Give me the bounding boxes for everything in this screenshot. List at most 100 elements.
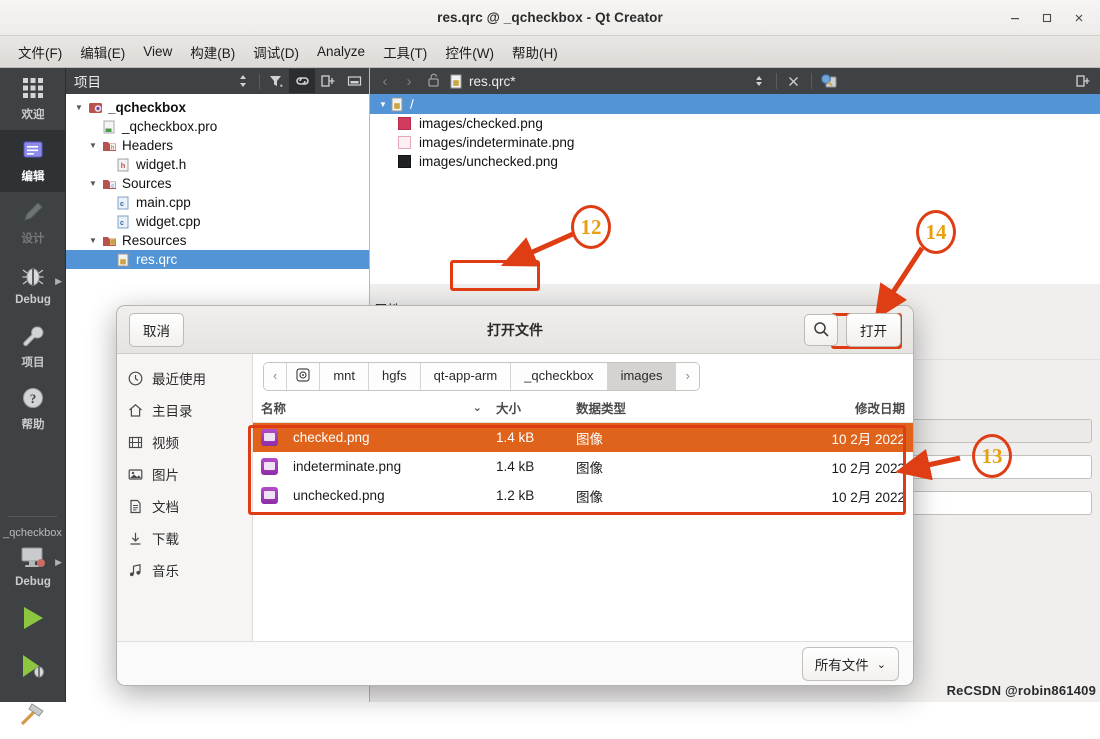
property-field-2[interactable]: [892, 455, 1092, 479]
path-breadcrumb-bar: ‹ mnt hgfs qt-app-arm _qcheckbox images …: [253, 354, 913, 398]
place-recent[interactable]: 最近使用: [117, 362, 252, 394]
property-field-3[interactable]: [892, 491, 1092, 515]
maximize-button[interactable]: [1032, 3, 1062, 33]
file-modified-cell: 10 2月 2022: [831, 460, 905, 476]
tree-label: res.qrc: [136, 252, 178, 267]
tree-row-resources[interactable]: ▼ Resources: [66, 231, 369, 250]
file-filter-dropdown[interactable]: 所有文件 ⌄: [801, 647, 899, 681]
file-size-cell: 1.4 kB: [496, 459, 535, 474]
mode-debug[interactable]: ▶ Debug: [0, 254, 66, 316]
tree-row-main-cpp[interactable]: c main.cpp: [66, 193, 369, 212]
qrc-root-row[interactable]: ▼ /: [370, 94, 1100, 114]
run-button[interactable]: [0, 595, 66, 643]
mode-design[interactable]: 设计: [0, 192, 66, 254]
menu-file[interactable]: 文件(F): [10, 38, 70, 66]
file-row[interactable]: indeterminate.png 1.4 kB 图像 10 2月 2022: [253, 452, 913, 481]
tree-row-sources[interactable]: ▼ c Sources: [66, 174, 369, 193]
place-videos[interactable]: 视频: [117, 426, 252, 458]
tree-row-headers[interactable]: ▼ h Headers: [66, 136, 369, 155]
open-button[interactable]: 打开: [846, 312, 901, 347]
menu-tools[interactable]: 工具(T): [375, 38, 435, 66]
place-downloads[interactable]: 下载: [117, 522, 252, 554]
project-tree: ▼ _qcheckbox _qcheckbox.pro ▼ h Headers …: [66, 94, 369, 269]
chevron-down-icon[interactable]: ▼: [86, 141, 100, 150]
search-icon[interactable]: [804, 313, 838, 346]
file-size-cell: 1.2 kB: [496, 488, 535, 503]
kit-selector[interactable]: ▶ Debug: [0, 539, 66, 595]
device-icon[interactable]: [287, 362, 321, 390]
mode-debug-arrow-icon[interactable]: ▶: [55, 276, 62, 287]
menu-help[interactable]: 帮助(H): [504, 38, 566, 66]
filter-icon[interactable]: [263, 69, 289, 93]
mode-edit[interactable]: 编辑: [0, 130, 66, 192]
tree-row-widget-h[interactable]: h widget.h: [66, 155, 369, 174]
unlock-icon[interactable]: [427, 73, 440, 90]
qrc-entry-row[interactable]: images/indeterminate.png: [370, 133, 1100, 152]
column-header-size[interactable]: 大小: [496, 398, 576, 417]
help-icon: ?: [21, 386, 45, 413]
start-debug-button[interactable]: [0, 643, 66, 691]
mode-debug-label: Debug: [15, 294, 51, 306]
nav-back-icon[interactable]: ‹: [376, 73, 394, 90]
minimize-pane-icon[interactable]: [341, 69, 367, 93]
breadcrumb-mnt[interactable]: mnt: [320, 362, 370, 390]
add-split-icon[interactable]: [1072, 74, 1094, 88]
chevron-down-icon[interactable]: ▼: [376, 100, 390, 109]
menu-view[interactable]: View: [135, 40, 180, 63]
chevron-down-icon[interactable]: ▼: [86, 179, 100, 188]
place-music[interactable]: 音乐: [117, 554, 252, 586]
updown-icon[interactable]: [748, 74, 770, 88]
breadcrumb-qt-app-arm[interactable]: qt-app-arm: [420, 362, 512, 390]
tree-row-project[interactable]: ▼ _qcheckbox: [66, 98, 369, 117]
breadcrumb-next-button[interactable]: ›: [676, 362, 699, 390]
tree-row-widget-cpp[interactable]: c widget.cpp: [66, 212, 369, 231]
breadcrumb-images[interactable]: images: [607, 362, 677, 390]
menu-build[interactable]: 构建(B): [182, 38, 243, 66]
tree-label: widget.h: [136, 157, 187, 172]
column-header-modified[interactable]: 修改日期: [770, 398, 905, 417]
column-header-type[interactable]: 数据类型: [576, 398, 770, 417]
build-button[interactable]: [0, 691, 66, 739]
minimize-button[interactable]: [1000, 3, 1030, 33]
place-documents[interactable]: 文档: [117, 490, 252, 522]
menu-analyze[interactable]: Analyze: [309, 40, 373, 63]
place-pictures[interactable]: 图片: [117, 458, 252, 490]
file-name-label: checked.png: [293, 430, 370, 445]
editor-filename[interactable]: res.qrc*: [469, 74, 516, 89]
file-name-label: indeterminate.png: [293, 459, 402, 474]
file-row[interactable]: unchecked.png 1.2 kB 图像 10 2月 2022: [253, 481, 913, 510]
breadcrumb-hgfs[interactable]: hgfs: [369, 362, 421, 390]
sort-icon[interactable]: [230, 69, 256, 93]
window-title: res.qrc @ _qcheckbox - Qt Creator: [437, 10, 663, 25]
mode-help[interactable]: ? 帮助: [0, 378, 66, 440]
chevron-down-icon[interactable]: ⌄: [473, 401, 482, 414]
split-icon[interactable]: [315, 69, 341, 93]
breadcrumb-qcheckbox[interactable]: _qcheckbox: [511, 362, 608, 390]
cancel-button[interactable]: 取消: [129, 312, 184, 347]
qrc-entry-row[interactable]: images/checked.png: [370, 114, 1100, 133]
menu-edit[interactable]: 编辑(E): [72, 38, 133, 66]
tree-label: Headers: [122, 138, 174, 153]
mode-projects[interactable]: 项目: [0, 316, 66, 378]
column-header-name[interactable]: 名称 ⌄: [261, 398, 496, 417]
nav-forward-icon[interactable]: ›: [400, 73, 418, 90]
property-field-1[interactable]: [892, 419, 1092, 443]
link-icon[interactable]: [289, 69, 315, 93]
tree-row-res-qrc[interactable]: res.qrc: [66, 250, 369, 269]
qrc-entry-row[interactable]: images/unchecked.png: [370, 152, 1100, 171]
menu-widgets[interactable]: 控件(W): [437, 38, 502, 66]
chevron-down-icon[interactable]: ▼: [72, 103, 86, 112]
file-row[interactable]: checked.png 1.4 kB 图像 10 2月 2022: [253, 423, 913, 452]
split-editor-icon[interactable]: [818, 73, 840, 89]
close-icon[interactable]: [783, 75, 805, 88]
mode-welcome[interactable]: 欢迎: [0, 68, 66, 130]
breadcrumb-prev-button[interactable]: ‹: [264, 362, 288, 390]
tree-row-pro-file[interactable]: _qcheckbox.pro: [66, 117, 369, 136]
place-home[interactable]: 主目录: [117, 394, 252, 426]
menu-debug[interactable]: 调试(D): [245, 38, 307, 66]
download-icon: [127, 531, 143, 546]
chevron-down-icon[interactable]: ▼: [86, 236, 100, 245]
close-button[interactable]: [1064, 3, 1094, 33]
file-type-cell: 图像: [576, 431, 603, 447]
kit-arrow-icon[interactable]: ▶: [55, 557, 62, 568]
